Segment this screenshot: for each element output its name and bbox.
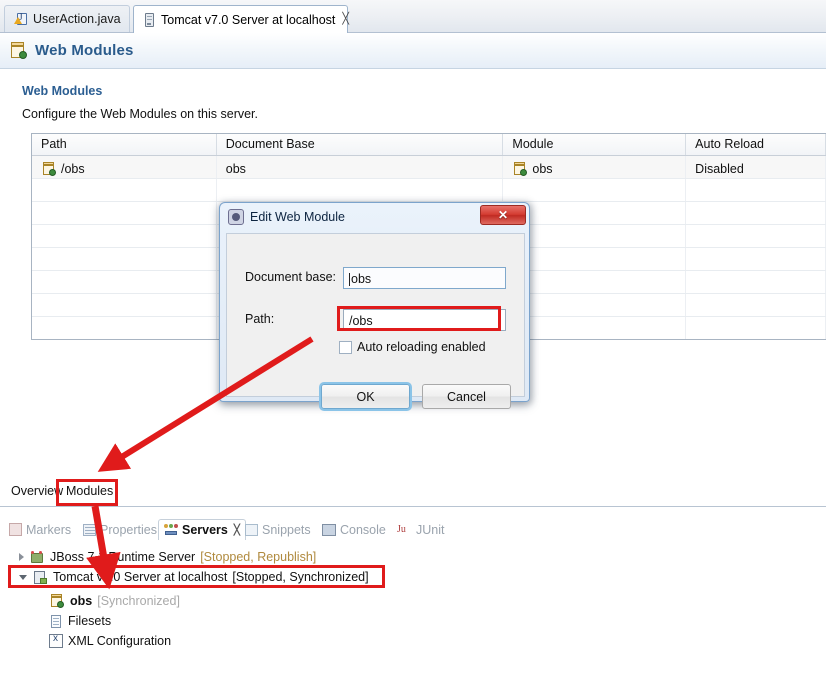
tree-item-status: [Synchronized] xyxy=(97,594,180,608)
console-icon xyxy=(322,523,336,536)
tab-label: Console xyxy=(340,522,386,537)
eclipse-window: J UserAction.java Tomcat v7.0 Server at … xyxy=(0,0,826,682)
editor-form-tabs: Overview Modules xyxy=(0,479,826,507)
web-module-icon xyxy=(49,593,65,609)
tree-item-status: [Stopped, Republish] xyxy=(200,550,317,564)
cell-document-base: obs xyxy=(217,156,504,178)
properties-icon xyxy=(83,523,96,536)
close-icon[interactable]: ╳ xyxy=(342,14,349,25)
column-header-path[interactable]: Path xyxy=(32,134,217,155)
text-caret xyxy=(349,272,350,286)
tree-item-label: obs xyxy=(70,594,93,608)
markers-icon xyxy=(9,523,22,536)
tab-label: Servers xyxy=(182,523,228,537)
web-module-icon xyxy=(512,161,528,177)
path-row: Path: xyxy=(245,312,343,326)
jboss-server-icon xyxy=(30,550,45,565)
xml-configuration-icon: x xyxy=(49,633,63,648)
highlight-auto-reloading xyxy=(337,306,501,331)
cancel-button[interactable]: Cancel xyxy=(422,384,511,409)
snippets-icon xyxy=(245,523,258,536)
tab-servers[interactable]: Servers ╳ xyxy=(158,519,246,540)
editor-tab-label: UserAction.java xyxy=(33,12,121,26)
edit-web-module-icon xyxy=(228,209,244,225)
cell-path-label: /obs xyxy=(61,161,85,176)
chevron-right-icon[interactable] xyxy=(19,553,24,561)
tab-label: Snippets xyxy=(262,522,311,537)
web-module-icon xyxy=(41,161,57,177)
tab-label: JUnit xyxy=(416,522,445,537)
path-label: Path: xyxy=(245,312,275,326)
tab-markers[interactable]: Markers xyxy=(4,519,76,540)
column-header-document-base[interactable]: Document Base xyxy=(217,134,504,155)
column-header-auto-reload[interactable]: Auto Reload xyxy=(686,134,826,155)
tree-item-label: Filesets xyxy=(68,614,112,628)
page-title: Web Modules xyxy=(35,42,134,59)
table-row-empty[interactable] xyxy=(32,179,826,202)
document-base-field[interactable]: obs xyxy=(343,267,506,289)
tree-item-jboss-server[interactable]: JBoss 7.1 Runtime Server [Stopped, Repub… xyxy=(0,547,316,567)
tree-item-label: JBoss 7.1 Runtime Server xyxy=(50,550,196,564)
tree-item-xml-configuration[interactable]: x XML Configuration xyxy=(49,631,171,651)
table-row[interactable]: /obs obs obs Disabled xyxy=(32,156,826,179)
web-module-icon xyxy=(9,41,28,60)
server-icon xyxy=(143,12,156,27)
dialog-title-bar[interactable]: Edit Web Module ✕ xyxy=(220,203,529,231)
edit-web-module-dialog: Edit Web Module ✕ Document base: obs Pat… xyxy=(219,202,530,409)
dialog-button-row: OK Cancel xyxy=(321,384,511,409)
highlight-modules-tab xyxy=(56,479,118,506)
editor-tab-label: Tomcat v7.0 Server at localhost xyxy=(161,12,336,27)
tab-properties[interactable]: Properties xyxy=(78,519,162,540)
tab-junit[interactable]: Ju JUnit xyxy=(392,519,449,540)
java-file-icon: J xyxy=(14,12,28,26)
table-header-row: Path Document Base Module Auto Reload xyxy=(32,134,826,156)
tree-item-filesets[interactable]: Filesets xyxy=(49,611,111,631)
section-title: Web Modules xyxy=(22,84,103,98)
views-tab-bar: Markers Properties Servers ╳ Snippets Co… xyxy=(0,517,826,541)
dialog-title: Edit Web Module xyxy=(250,210,345,224)
auto-reloading-label: Auto reloading enabled xyxy=(357,340,486,354)
tab-label: Markers xyxy=(26,522,72,537)
editor-tab-useraction[interactable]: J UserAction.java xyxy=(4,5,130,32)
editor-tab-tomcat-server[interactable]: Tomcat v7.0 Server at localhost ╳ xyxy=(133,5,349,33)
filesets-icon xyxy=(49,614,63,629)
highlight-tomcat-server-row xyxy=(8,565,385,588)
tab-snippets[interactable]: Snippets xyxy=(240,519,316,540)
form-header: Web Modules xyxy=(0,33,826,69)
cell-path: /obs xyxy=(32,156,217,178)
ok-button[interactable]: OK xyxy=(321,384,410,409)
document-base-row: Document base: xyxy=(245,270,343,284)
close-icon[interactable]: ✕ xyxy=(480,205,526,225)
auto-reloading-checkbox[interactable] xyxy=(339,340,352,354)
section-description: Configure the Web Modules on this server… xyxy=(22,107,259,121)
tab-label: Properties xyxy=(100,522,157,537)
auto-reloading-checkbox-row[interactable]: Auto reloading enabled xyxy=(339,340,486,354)
close-icon[interactable]: ╳ xyxy=(234,525,240,536)
column-header-module[interactable]: Module xyxy=(503,134,687,155)
servers-icon xyxy=(164,523,178,537)
editor-tab-bar: J UserAction.java Tomcat v7.0 Server at … xyxy=(0,0,826,33)
tree-item-label: XML Configuration xyxy=(68,634,172,648)
cell-module: obs xyxy=(503,156,687,178)
document-base-value: obs xyxy=(351,272,372,286)
tree-item-obs-module[interactable]: obs [Synchronized] xyxy=(49,591,180,611)
junit-icon: Ju xyxy=(397,523,406,535)
document-base-label: Document base: xyxy=(245,270,337,284)
cell-module-label: obs xyxy=(532,161,553,176)
cell-auto-reload: Disabled xyxy=(686,156,826,178)
tab-console[interactable]: Console xyxy=(317,519,391,540)
